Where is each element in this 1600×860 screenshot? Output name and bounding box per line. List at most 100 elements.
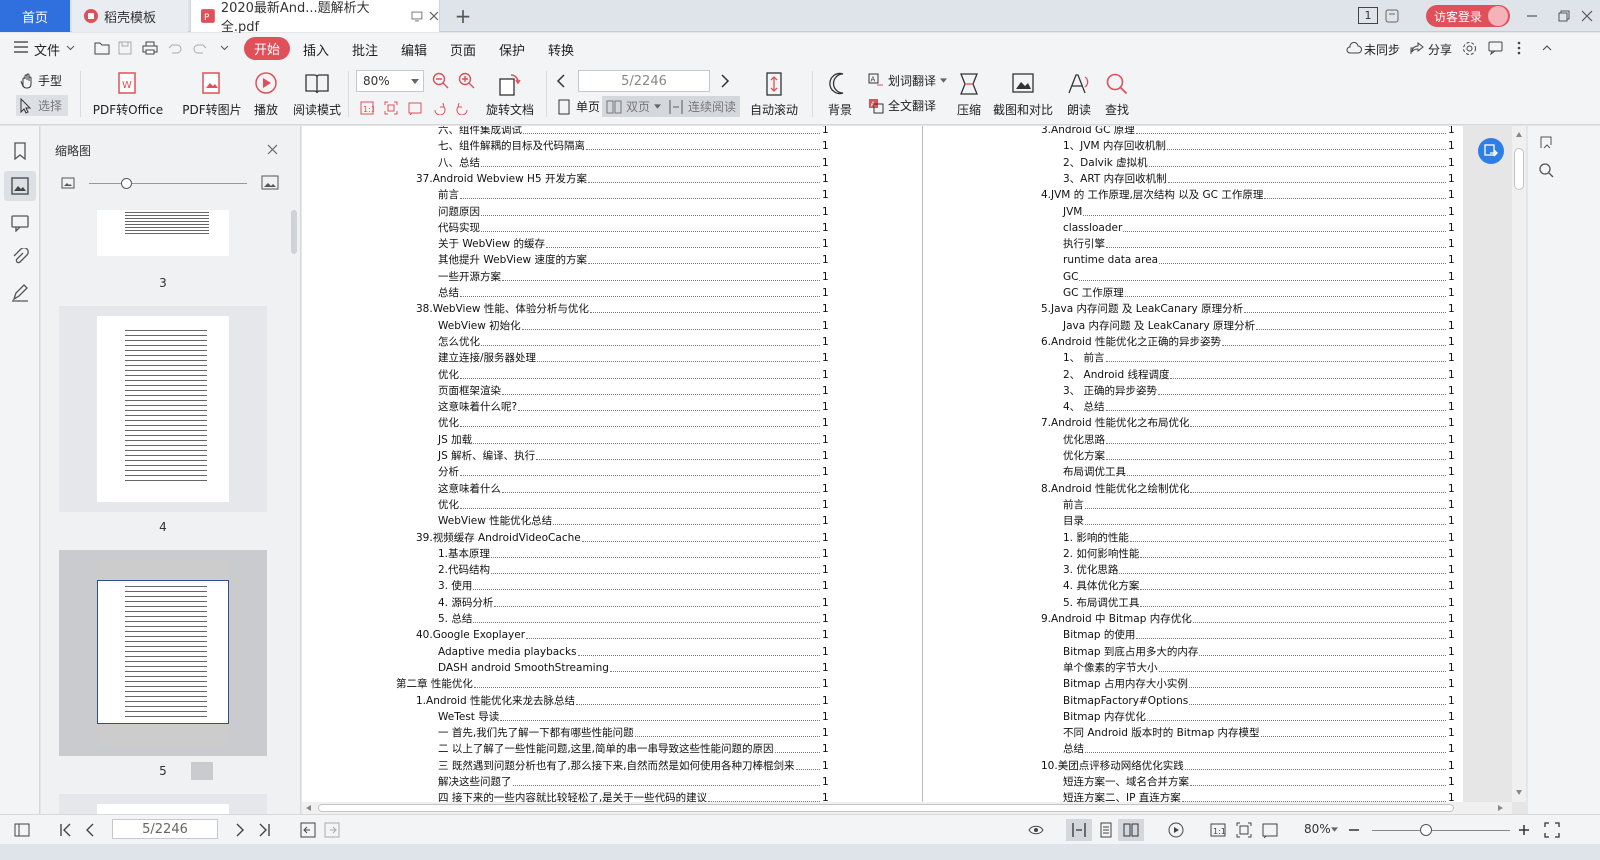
- toc-entry-title[interactable]: Bitmap 的使用: [1063, 627, 1135, 643]
- tab-home[interactable]: 首页: [0, 0, 70, 32]
- toc-entry-title[interactable]: 怎么优化: [438, 334, 480, 350]
- thumbnail-size-slider-handle[interactable]: [121, 178, 132, 189]
- toc-entry-title[interactable]: 解决这些问题了: [438, 774, 512, 790]
- continuous-read-button[interactable]: 连续阅读: [664, 96, 741, 117]
- menu-edit[interactable]: 编辑: [401, 40, 427, 59]
- toc-entry-title[interactable]: 1.基本原理: [438, 546, 490, 562]
- thumbnail-size-slider[interactable]: [89, 183, 247, 184]
- toc-entry-title[interactable]: 八、总结: [438, 155, 480, 171]
- toc-entry-title[interactable]: 一 首先,我们先了解一下都有哪些性能问题: [438, 725, 634, 741]
- toc-entry-title[interactable]: 40.Google Exoplayer: [416, 627, 525, 643]
- toc-entry-title[interactable]: 目录: [1063, 513, 1084, 529]
- toc-entry-title[interactable]: 优化方案: [1063, 448, 1105, 464]
- toc-entry-title[interactable]: GC 工作原理: [1063, 285, 1124, 301]
- toc-entry-title[interactable]: 代码实现: [438, 220, 480, 236]
- page-number-input[interactable]: 5/2246: [578, 70, 710, 92]
- scroll-down-icon[interactable]: [1516, 790, 1522, 795]
- horizontal-scrollbar[interactable]: [302, 802, 1512, 814]
- pdf-to-office-button[interactable]: W PDF转Office: [90, 71, 166, 118]
- zoom-in-icon[interactable]: [458, 72, 476, 90]
- toc-entry-title[interactable]: Adaptive media playbacks: [438, 644, 577, 660]
- tab-close-icon[interactable]: [429, 11, 439, 21]
- back-view-icon[interactable]: [300, 822, 316, 838]
- compress-button[interactable]: 压缩: [954, 71, 984, 118]
- more-options-icon[interactable]: [1517, 41, 1521, 55]
- floating-convert-button[interactable]: [1478, 138, 1504, 164]
- fit-page-icon[interactable]: [384, 101, 398, 115]
- first-page-icon[interactable]: [58, 822, 74, 838]
- horizontal-scrollbar-thumb[interactable]: [318, 804, 1454, 812]
- toc-entry-title[interactable]: Bitmap 占用内存大小实例: [1063, 676, 1188, 692]
- zoom-in-icon[interactable]: [1516, 822, 1532, 838]
- small-thumbnail-icon[interactable]: [61, 177, 75, 189]
- toc-entry-title[interactable]: 优化: [438, 367, 459, 383]
- double-page-button[interactable]: 双页: [602, 96, 666, 117]
- toc-entry-title[interactable]: 单个像素的字节大小: [1063, 660, 1158, 676]
- save-icon[interactable]: [118, 41, 132, 55]
- thumbnail-scrollbar[interactable]: [291, 210, 297, 254]
- actual-size-icon[interactable]: 1:1: [360, 101, 374, 115]
- menu-annotate[interactable]: 批注: [352, 40, 378, 59]
- large-thumbnail-icon[interactable]: [261, 175, 279, 190]
- undo-icon[interactable]: [168, 42, 182, 54]
- toc-entry-title[interactable]: 总结: [438, 285, 459, 301]
- rotate-left-icon[interactable]: [432, 101, 446, 115]
- toc-entry-title[interactable]: 优化思路: [1063, 432, 1105, 448]
- prev-page-icon[interactable]: [82, 822, 98, 838]
- scroll-right-icon[interactable]: [1498, 805, 1503, 811]
- close-window-button[interactable]: [1574, 0, 1600, 32]
- full-translate-button[interactable]: A 全文翻译: [868, 97, 936, 114]
- prev-page-icon[interactable]: [556, 74, 566, 88]
- window-count-badge[interactable]: 1: [1358, 7, 1378, 24]
- thumbnail-page-6[interactable]: [59, 794, 267, 814]
- zoom-out-icon[interactable]: [1346, 822, 1362, 838]
- actual-size-icon[interactable]: 1:1: [1210, 822, 1226, 838]
- toc-entry-title[interactable]: JVM: [1063, 204, 1082, 220]
- toc-entry-title[interactable]: 二 以上了解了一些性能问题,这里,简单的串一串导致这些性能问题的原因: [438, 741, 774, 757]
- toc-entry-title[interactable]: Bitmap 内存优化: [1063, 709, 1146, 725]
- single-page-button[interactable]: 单页: [556, 98, 600, 115]
- toc-entry-title[interactable]: GC: [1063, 269, 1078, 285]
- menu-insert[interactable]: 插入: [303, 40, 329, 59]
- zoom-slider[interactable]: [1372, 830, 1510, 831]
- read-mode-button[interactable]: 阅读模式: [292, 71, 342, 118]
- toc-entry-title[interactable]: 10.美团点评移动网络优化实践: [1041, 758, 1184, 774]
- fit-page-icon[interactable]: [1236, 822, 1252, 838]
- toc-entry-title[interactable]: 3、ART 内存回收机制: [1063, 171, 1167, 187]
- toc-entry-title[interactable]: 3. 使用: [438, 578, 472, 594]
- toc-entry-title[interactable]: 六、组件集成调试: [438, 126, 522, 138]
- screenshot-compare-button[interactable]: 截图和对比: [992, 71, 1054, 118]
- menu-page[interactable]: 页面: [450, 40, 476, 59]
- toc-entry-title[interactable]: 前言: [438, 187, 459, 203]
- visitor-login-button[interactable]: 访客登录: [1426, 5, 1510, 27]
- toc-entry-title[interactable]: 5. 总结: [438, 611, 472, 627]
- thumbnail-page-3[interactable]: [59, 210, 267, 260]
- tab-pin-icon[interactable]: [411, 10, 423, 22]
- thumbnail-page-4[interactable]: [59, 306, 267, 512]
- redo-icon[interactable]: [193, 42, 207, 54]
- open-folder-icon[interactable]: [94, 41, 110, 55]
- scroll-left-icon[interactable]: [306, 805, 311, 811]
- next-page-icon[interactable]: [232, 822, 248, 838]
- find-button[interactable]: 查找: [1102, 71, 1132, 118]
- zoom-out-icon[interactable]: [432, 72, 450, 90]
- next-page-icon[interactable]: [720, 74, 730, 88]
- new-tab-button[interactable]: +: [448, 0, 478, 32]
- select-tool-button[interactable]: 选择: [16, 95, 69, 116]
- menu-convert[interactable]: 转换: [548, 40, 574, 59]
- fit-width-icon[interactable]: [408, 101, 422, 115]
- comment-icon[interactable]: [11, 214, 29, 232]
- properties-icon[interactable]: [1538, 134, 1554, 150]
- toc-entry-title[interactable]: 布局调优工具: [1063, 464, 1126, 480]
- status-zoom-value[interactable]: 80%: [1304, 822, 1331, 836]
- background-button[interactable]: 背景: [822, 71, 858, 118]
- status-page-input[interactable]: 5/2246: [112, 819, 218, 839]
- hamburger-icon[interactable]: [14, 41, 28, 53]
- toc-entry-title[interactable]: 关于 WebView 的缓存: [438, 236, 545, 252]
- word-translate-button[interactable]: A 划词翻译: [868, 72, 948, 89]
- last-page-icon[interactable]: [256, 822, 272, 838]
- skin-icon[interactable]: [1384, 8, 1400, 24]
- toc-entry-title[interactable]: JS 加载: [438, 432, 472, 448]
- toc-entry-title[interactable]: 3. 优化思路: [1063, 562, 1118, 578]
- tab-daoke-template[interactable]: 稻壳模板: [72, 0, 188, 32]
